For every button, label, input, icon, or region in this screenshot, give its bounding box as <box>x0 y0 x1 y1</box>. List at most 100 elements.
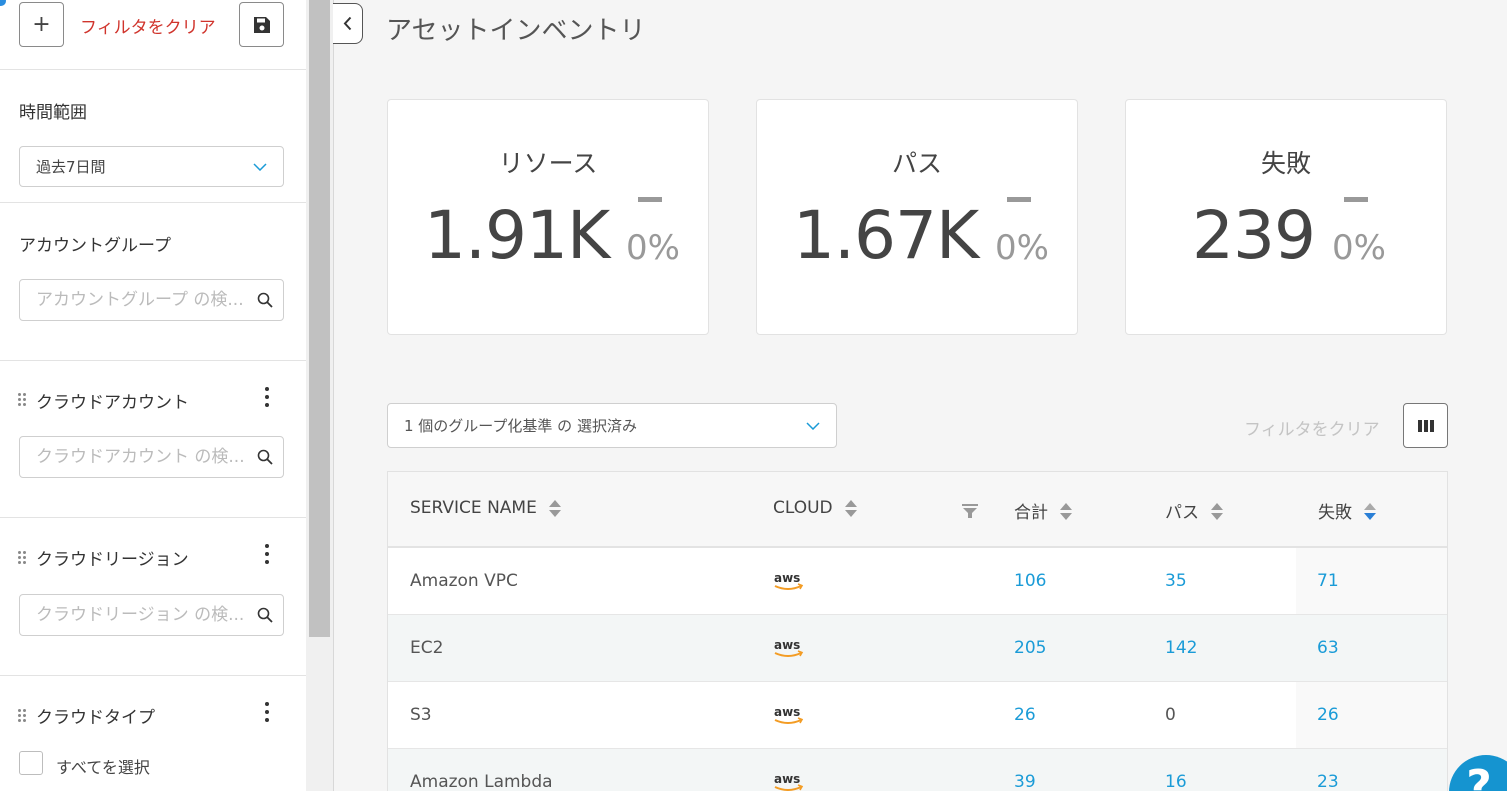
service-name-cell: Amazon Lambda <box>410 772 553 791</box>
sort-icon <box>1211 502 1223 520</box>
aws-logo-icon: aws <box>774 772 804 791</box>
table-header: SERVICE NAME CLOUD 合計 パス 失敗 <box>388 472 1447 548</box>
column-header-total[interactable]: 合計 <box>1014 498 1072 523</box>
card-value: 1.67K <box>793 197 979 274</box>
column-label: SERVICE NAME <box>410 498 537 518</box>
filter-sidebar: + フィルタをクリア 時間範囲 過去7日間 アカウントグループ クラウドアカウン… <box>0 0 306 791</box>
chevron-down-icon <box>806 421 820 430</box>
card-change: 0% <box>626 228 680 268</box>
pass-cell: 0 <box>1165 705 1176 725</box>
column-label: 合計 <box>1014 503 1048 523</box>
plus-icon: + <box>32 12 51 37</box>
cloud-region-section: クラウドリージョン <box>0 518 306 676</box>
sidebar-scrollbar-thumb[interactable] <box>309 0 330 637</box>
sort-desc-icon <box>1364 502 1376 520</box>
service-name-cell: S3 <box>410 705 432 725</box>
column-settings-button[interactable] <box>1403 403 1448 448</box>
select-all-checkbox[interactable] <box>19 751 43 775</box>
column-label: パス <box>1165 503 1199 523</box>
table-row[interactable]: Amazon Lambda aws 39 16 23 <box>388 749 1447 791</box>
clear-filters-button[interactable]: フィルタをクリア <box>1244 415 1380 440</box>
save-icon <box>253 16 270 33</box>
column-header-cloud[interactable]: CLOUD <box>773 498 857 518</box>
svg-text:aws: aws <box>774 772 800 786</box>
sort-icon <box>548 499 561 517</box>
aws-logo-icon: aws <box>774 638 804 657</box>
collapse-sidebar-button[interactable] <box>333 3 363 44</box>
search-icon <box>257 292 273 308</box>
account-group-section: アカウントグループ <box>0 203 306 361</box>
fail-cell[interactable]: 63 <box>1317 638 1339 658</box>
svg-text:aws: aws <box>774 571 800 585</box>
cloud-account-label: クラウドアカウント <box>36 393 189 413</box>
card-change: 0% <box>1332 228 1386 268</box>
cloud-region-label: クラウドリージョン <box>36 550 189 570</box>
save-filter-button[interactable] <box>239 2 284 47</box>
column-label: 失敗 <box>1318 503 1352 523</box>
card-change: 0% <box>995 228 1049 268</box>
time-range-section: 時間範囲 過去7日間 <box>0 70 306 203</box>
drag-handle-icon[interactable] <box>18 551 28 565</box>
time-range-label: 時間範囲 <box>19 103 87 123</box>
svg-text:aws: aws <box>774 705 800 719</box>
total-cell[interactable]: 39 <box>1014 772 1036 791</box>
more-options-icon[interactable] <box>262 386 272 408</box>
cloud-region-search[interactable] <box>19 594 284 636</box>
group-by-select[interactable]: 1 個のグループ化基準 の 選択済み <box>387 403 837 448</box>
search-icon <box>257 449 273 465</box>
card-title: 失敗 <box>1260 149 1311 178</box>
sort-icon <box>1060 502 1072 520</box>
cloud-account-section: クラウドアカウント <box>0 361 306 518</box>
total-cell[interactable]: 205 <box>1014 638 1046 658</box>
total-cell[interactable]: 26 <box>1014 705 1036 725</box>
cloud-type-section: クラウドタイプ すべてを選択 <box>0 676 306 791</box>
account-group-label: アカウントグループ <box>19 236 171 256</box>
total-cell[interactable]: 106 <box>1014 571 1046 591</box>
help-button[interactable]: ? <box>1449 755 1507 791</box>
page-title: アセットインベントリ <box>386 16 646 46</box>
account-group-search[interactable] <box>19 279 284 321</box>
aws-logo-icon: aws <box>774 571 804 590</box>
card-title: リソース <box>498 149 598 178</box>
pass-cell[interactable]: 142 <box>1165 638 1197 658</box>
cloud-account-search[interactable] <box>19 436 284 478</box>
clear-filters-link[interactable]: フィルタをクリア <box>80 13 216 38</box>
more-options-icon[interactable] <box>262 543 272 565</box>
sort-icon <box>844 499 857 517</box>
column-header-fail[interactable]: 失敗 <box>1318 498 1376 523</box>
card-title: パス <box>891 149 942 178</box>
fail-cell[interactable]: 23 <box>1317 772 1339 791</box>
column-header-pass[interactable]: パス <box>1165 498 1223 523</box>
column-label: CLOUD <box>773 498 833 518</box>
pass-cell[interactable]: 35 <box>1165 571 1187 591</box>
more-options-icon[interactable] <box>262 701 272 723</box>
filter-icon[interactable] <box>962 503 978 519</box>
account-group-search-input[interactable] <box>36 290 257 310</box>
cloud-account-search-input[interactable] <box>36 447 257 467</box>
drag-handle-icon[interactable] <box>18 393 28 407</box>
time-range-select[interactable]: 過去7日間 <box>19 146 284 187</box>
aws-logo-icon: aws <box>774 705 804 724</box>
trend-flat-icon <box>1007 197 1031 202</box>
sidebar-toolbar: + フィルタをクリア <box>0 0 306 70</box>
help-icon: ? <box>1466 761 1492 791</box>
fail-cell[interactable]: 71 <box>1317 571 1339 591</box>
card-value: 239 <box>1192 197 1316 274</box>
table-row[interactable]: EC2 aws 205 142 63 <box>388 615 1447 682</box>
column-header-service-name[interactable]: SERVICE NAME <box>410 498 561 518</box>
group-by-value: 1 個のグループ化基準 の 選択済み <box>404 417 637 435</box>
trend-flat-icon <box>1344 197 1368 202</box>
add-filter-button[interactable]: + <box>19 2 64 47</box>
chevron-down-icon <box>253 162 267 171</box>
service-name-cell: Amazon VPC <box>410 571 518 591</box>
pass-card: パス 1.67K 0% <box>756 99 1078 335</box>
fail-cell[interactable]: 26 <box>1317 705 1339 725</box>
service-name-cell: EC2 <box>410 638 444 658</box>
table-row[interactable]: S3 aws 26 0 26 <box>388 682 1447 749</box>
drag-handle-icon[interactable] <box>18 709 28 723</box>
cloud-region-search-input[interactable] <box>36 605 257 625</box>
pass-cell[interactable]: 16 <box>1165 772 1187 791</box>
fail-card: 失敗 239 0% <box>1125 99 1447 335</box>
time-range-value: 過去7日間 <box>36 158 106 176</box>
table-row[interactable]: Amazon VPC aws 106 35 71 <box>388 548 1447 615</box>
